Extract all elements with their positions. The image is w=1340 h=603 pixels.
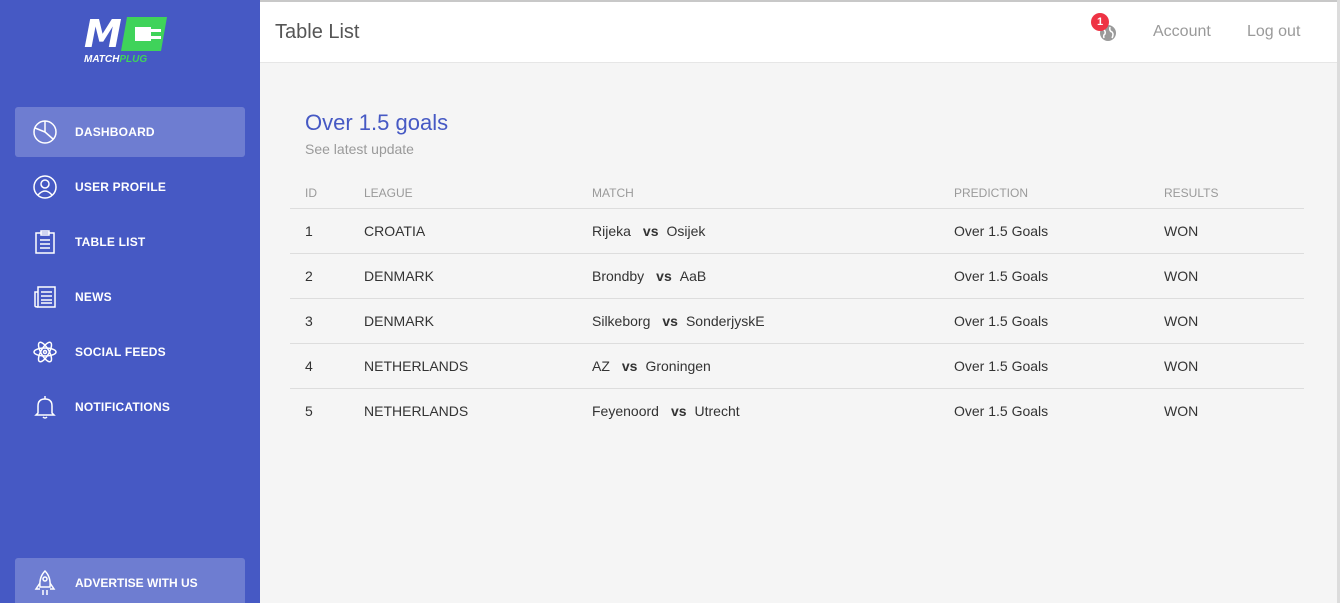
cell-result: WON xyxy=(1164,402,1199,419)
atom-icon xyxy=(15,327,75,377)
column-header-prediction: PREDICTION xyxy=(954,180,1164,209)
advertise-button[interactable]: ADVERTISE WITH US xyxy=(15,558,245,603)
cell-id: 2 xyxy=(290,253,364,299)
table-row: 2 DENMARK Brondby vs AaB Over 1.5 Goals WON xyxy=(290,253,1304,299)
table-row: 3 DENMARK Silkeborg vs SonderjyskE Over 1.5 G… xyxy=(290,298,1304,344)
sidebar-item-label: NEWS xyxy=(75,290,112,304)
cell-prediction: Over 1.5 Goals xyxy=(954,402,1049,419)
cell-prediction: Over 1.5 Goals xyxy=(954,298,1164,344)
cell-id: 1 xyxy=(290,208,364,254)
away-team: Groningen xyxy=(645,357,711,374)
sidebar: M MATCHPLUG DASHBOARD USER PROFILE TABLE… xyxy=(0,0,260,603)
sidebar-item-label: SOCIAL FEEDS xyxy=(75,345,166,359)
cell-id: 5 xyxy=(305,402,313,419)
logo-letter: M xyxy=(84,12,122,56)
card-subtitle: See latest update xyxy=(305,141,414,157)
rocket-icon xyxy=(15,558,75,603)
vs-label: vs xyxy=(656,267,672,284)
column-header-league: LEAGUE xyxy=(364,180,592,209)
cell-league: CROATIA xyxy=(364,208,592,254)
cell-id: 3 xyxy=(290,298,364,344)
sidebar-item-notifications[interactable]: NOTIFICATIONS xyxy=(15,382,245,432)
cell-match: AZ vs Groningen xyxy=(592,343,954,389)
cell-match: Brondby vs AaB xyxy=(592,253,954,299)
away-team: Osijek xyxy=(666,222,706,239)
cell-prediction: Over 1.5 Goals xyxy=(954,343,1164,389)
logout-link[interactable]: Log out xyxy=(1247,23,1300,41)
cell-league: NETHERLANDS xyxy=(364,343,592,389)
account-link[interactable]: Account xyxy=(1153,23,1211,41)
card-title: Over 1.5 goals xyxy=(305,110,449,135)
bell-icon xyxy=(15,382,75,432)
page-title: Table List xyxy=(275,21,360,43)
cell-prediction: Over 1.5 Goals xyxy=(954,253,1164,299)
cell-match: Rijeka vs Osijek xyxy=(592,208,954,254)
predictions-table: ID LEAGUE MATCH PREDICTION RESULTS 1 CROA… xyxy=(290,180,1304,433)
cell-match: Feyenoord vs Utrecht xyxy=(592,388,954,433)
cell-match: Silkeborg vs SonderjyskE xyxy=(592,298,954,344)
sidebar-item-table-list[interactable]: TABLE LIST xyxy=(15,217,245,267)
logo-wordmark: MATCHPLUG xyxy=(84,54,148,65)
cell-league: DENMARK xyxy=(364,298,592,344)
home-team: Rijeka xyxy=(592,222,631,239)
sidebar-item-label: NOTIFICATIONS xyxy=(75,400,171,414)
sidebar-item-label: USER PROFILE xyxy=(75,180,167,194)
cell-id: 4 xyxy=(290,343,364,389)
vs-label: vs xyxy=(670,402,687,419)
away-team: AaB xyxy=(679,267,707,284)
home-team: Brondby xyxy=(592,267,645,284)
table-row: 1 CROATIA Rijeka vs Osijek Over 1.5 Goals WON xyxy=(290,208,1304,254)
column-header-match: MATCH xyxy=(592,180,954,209)
cell-result: WON xyxy=(1164,298,1304,344)
sidebar-item-social-feeds[interactable]: SOCIAL FEEDS xyxy=(15,327,245,377)
sidebar-item-label: DASHBOARD xyxy=(75,125,155,139)
notification-badge[interactable]: 1 xyxy=(1091,13,1109,31)
home-team: AZ xyxy=(592,357,610,374)
vs-label: vs xyxy=(642,222,659,239)
cell-result: WON xyxy=(1164,208,1304,254)
cell-league: NETHERLANDS xyxy=(364,402,469,419)
cell-result: WON xyxy=(1164,343,1304,389)
away-team: SonderjyskE xyxy=(685,312,765,329)
user-icon xyxy=(15,162,75,212)
home-team: Feyenoord xyxy=(592,402,659,419)
matchplug-logo[interactable]: M MATCHPLUG xyxy=(84,12,176,70)
table-header-row: ID LEAGUE MATCH PREDICTION RESULTS xyxy=(290,180,1304,209)
away-team: Utrecht xyxy=(694,402,740,419)
vs-label: vs xyxy=(621,357,638,374)
clipboard-icon xyxy=(15,217,75,267)
sidebar-nav: DASHBOARD USER PROFILE TABLE LIST NEWS S… xyxy=(15,107,245,437)
sidebar-item-dashboard[interactable]: DASHBOARD xyxy=(15,107,245,157)
sidebar-item-user-profile[interactable]: USER PROFILE xyxy=(15,162,245,212)
table-row: 4 NETHERLANDS AZ vs Groningen Over 1.5 Goals W… xyxy=(290,343,1304,389)
sidebar-item-label: TABLE LIST xyxy=(75,235,146,249)
cell-league: DENMARK xyxy=(364,253,592,299)
advertise-label: ADVERTISE WITH US xyxy=(75,576,198,590)
newspaper-icon xyxy=(15,272,75,322)
vs-label: vs xyxy=(662,312,678,329)
home-team: Silkeborg xyxy=(592,312,651,329)
table-row: 5 NETHERLANDS Feyenoord vs Utrecht Over 1.5 G… xyxy=(290,388,1304,433)
plug-icon xyxy=(120,17,167,51)
column-header-results: RESULTS xyxy=(1164,180,1304,209)
column-header-id: ID xyxy=(290,180,364,209)
sidebar-item-news[interactable]: NEWS xyxy=(15,272,245,322)
cell-result: WON xyxy=(1164,253,1304,299)
pie-chart-icon xyxy=(15,107,75,157)
top-navbar: Table List 1 Account Log out xyxy=(260,0,1337,63)
cell-prediction: Over 1.5 Goals xyxy=(954,208,1164,254)
